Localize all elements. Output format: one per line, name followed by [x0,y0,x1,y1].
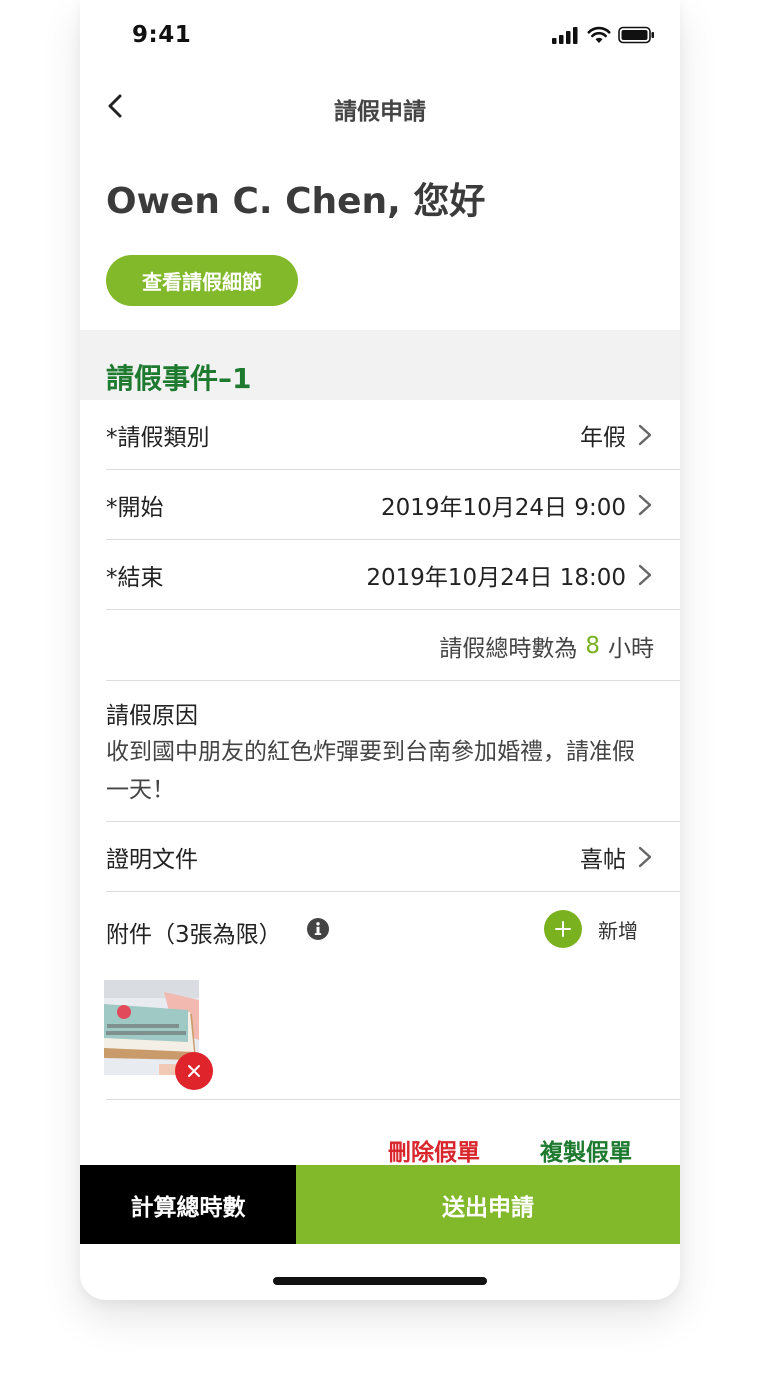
add-attachment-label: 新增 [598,918,638,943]
start-value: 2019年10月24日 9:00 [380,494,626,521]
remove-attachment-button[interactable] [175,1052,213,1090]
proof-document-row[interactable]: 證明文件 喜帖 [106,822,680,892]
nav-bar: 請假申請 [80,74,680,140]
page-title: 請假申請 [334,99,426,125]
add-attachment-button[interactable]: 新增 [544,910,638,948]
total-hours-prefix: 請假總時數為 [439,635,578,662]
chevron-right-icon [638,494,652,515]
leave-reason-section[interactable]: 請假原因 收到國中朋友的紅色炸彈要到台南參加婚禮，請准假一天！ [106,681,680,822]
submit-button[interactable]: 送出申請 [296,1165,680,1244]
chevron-right-icon [638,424,652,445]
status-bar: 9:41 [80,0,680,74]
status-icons [552,26,656,44]
total-hours-suffix: 小時 [608,635,654,662]
section-title: 請假事件–1 [106,362,252,395]
leave-type-value: 年假 [580,424,626,451]
status-time: 9:41 [132,22,192,48]
chevron-right-icon [638,846,652,867]
greeting-text: Owen C. Chen, 您好 [106,181,486,222]
reason-label: 請假原因 [106,703,198,729]
chevron-right-icon [638,564,652,585]
end-value: 2019年10月24日 18:00 [366,564,626,591]
leave-type-label: *請假類別 [106,424,210,451]
phone-screen: 9:41 請假申請 Owen C. Chen, 您好 查看請假細節 請假事件–1… [80,0,680,1300]
divider [106,1099,680,1100]
delete-leave-button[interactable]: 刪除假單 [388,1133,480,1167]
end-label: *結束 [106,564,164,591]
calculate-hours-button[interactable]: 計算總時數 [80,1165,296,1244]
proof-label: 證明文件 [106,846,198,873]
home-indicator[interactable] [273,1277,487,1285]
battery-icon [618,26,654,44]
close-icon [188,1065,200,1077]
attachments-label: 附件（3張為限） [106,922,282,948]
end-time-row[interactable]: *結束 2019年10月24日 18:00 [106,540,680,610]
info-icon[interactable] [306,917,330,941]
reason-text[interactable]: 收到國中朋友的紅色炸彈要到台南參加婚禮，請准假一天！ [106,733,646,809]
total-hours-value: 8 [585,632,600,659]
proof-value: 喜帖 [580,846,626,873]
view-details-button[interactable]: 查看請假細節 [106,255,298,306]
section-header: 請假事件–1 [80,330,680,400]
start-time-row[interactable]: *開始 2019年10月24日 9:00 [106,470,680,540]
plus-icon [544,910,582,948]
attachments-row: 附件（3張為限） 新增 [106,893,680,965]
start-label: *開始 [106,494,164,521]
wifi-icon [587,26,611,43]
signal-icon [552,27,578,44]
total-hours-row: 請假總時數為 8 小時 [106,611,680,681]
leave-type-row[interactable]: *請假類別 年假 [106,400,680,470]
copy-leave-button[interactable]: 複製假單 [540,1133,632,1167]
